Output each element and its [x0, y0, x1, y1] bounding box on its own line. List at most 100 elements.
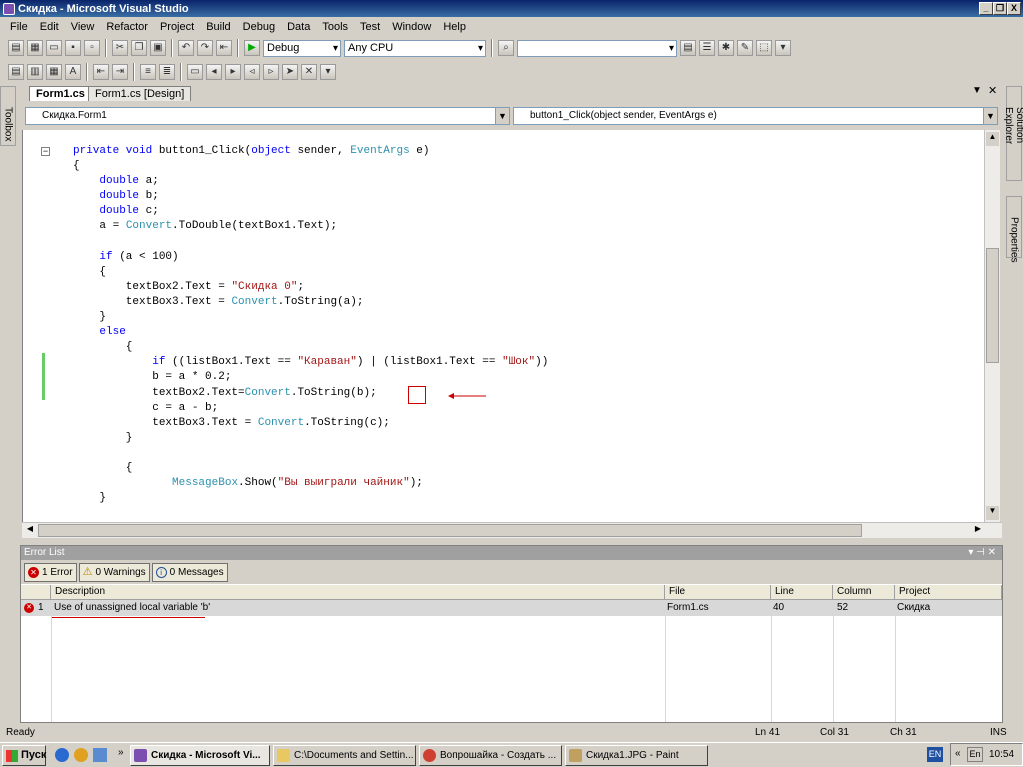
code-editor[interactable]: − private void button1_Click(object send…	[22, 130, 986, 522]
solution-configuration-select[interactable]: Debug	[263, 39, 341, 57]
properties-icon[interactable]: ☰	[699, 40, 715, 56]
paste-icon[interactable]: ▣	[150, 40, 166, 56]
find-icon[interactable]: ⌕	[498, 40, 514, 56]
desktop-quicklaunch-icon[interactable]	[93, 748, 107, 762]
menu-debug[interactable]: Debug	[237, 21, 281, 33]
code-line[interactable]: double c;	[73, 204, 548, 219]
code-line[interactable]: double b;	[73, 189, 548, 204]
horizontal-scroll-thumb[interactable]	[38, 524, 862, 537]
toolbar-options-icon[interactable]: ▾	[775, 40, 791, 56]
redo-icon[interactable]: ↷	[197, 40, 213, 56]
code-line[interactable]: double a;	[73, 174, 548, 189]
start-button[interactable]: Пуск	[2, 745, 46, 766]
toolbox-icon[interactable]: ✎	[737, 40, 753, 56]
tray-expand-icon[interactable]: «	[955, 748, 961, 759]
chevron-down-icon[interactable]: ▼	[983, 108, 997, 124]
code-line[interactable]: else	[73, 325, 548, 340]
menu-view[interactable]: View	[65, 21, 101, 33]
save-all-icon[interactable]: ▫	[84, 40, 100, 56]
warnings-filter-button[interactable]: ⚠ 0 Warnings	[78, 562, 150, 582]
start-page-icon[interactable]: ⬚	[756, 40, 772, 56]
column-header-description[interactable]: Description	[51, 585, 665, 600]
code-line[interactable]: textBox2.Text = "Скидка 0";	[73, 280, 548, 295]
chevron-down-icon[interactable]: ▼	[495, 108, 509, 124]
menu-help[interactable]: Help	[437, 21, 472, 33]
cut-icon[interactable]: ✂	[112, 40, 128, 56]
code-line[interactable]: c = a - b;	[73, 401, 548, 416]
code-line[interactable]: MessageBox.Show("Вы выиграли чайник");	[73, 476, 548, 491]
undo-icon[interactable]: ↶	[178, 40, 194, 56]
menu-edit[interactable]: Edit	[34, 21, 65, 33]
properties-side-tab[interactable]: Properties	[1006, 196, 1022, 263]
scroll-thumb[interactable]	[986, 248, 999, 363]
editor-vertical-scrollbar[interactable]: ▲ ▼	[984, 130, 1000, 522]
menu-file[interactable]: File	[4, 21, 34, 33]
taskbar-item-paint[interactable]: Скидка1.JPG - Paint	[565, 745, 708, 766]
restore-button[interactable]: ❐	[993, 2, 1007, 15]
next-bookmark-doc-icon[interactable]: ➤	[282, 64, 298, 80]
menu-window[interactable]: Window	[386, 21, 437, 33]
media-quicklaunch-icon[interactable]	[74, 748, 88, 762]
solution-explorer-side-tab[interactable]: Solution Explorer	[1003, 86, 1023, 181]
clear-bookmarks-icon[interactable]: ✕	[301, 64, 317, 80]
code-text[interactable]: private void button1_Click(object sender…	[73, 144, 548, 506]
code-line[interactable]: b = a * 0.2;	[73, 370, 548, 385]
scroll-right-icon[interactable]: ▶	[972, 524, 984, 537]
column-header-icon[interactable]	[21, 585, 51, 600]
complete-word-icon[interactable]: A	[65, 64, 81, 80]
collapse-icon[interactable]: −	[41, 147, 50, 156]
editor-horizontal-scrollbar[interactable]: ◀ ▶	[22, 522, 1002, 538]
object-browser-icon[interactable]: ✱	[718, 40, 734, 56]
menu-project[interactable]: Project	[154, 21, 200, 33]
navigate-icon[interactable]: ⇤	[216, 40, 232, 56]
taskbar-item-explorer[interactable]: C:\Documents and Settin...	[273, 745, 416, 766]
taskbar-item-browser[interactable]: Вопрошайка - Создать ...	[419, 745, 562, 766]
code-line[interactable]: {	[73, 159, 548, 174]
find-combo[interactable]	[517, 39, 677, 57]
code-line[interactable]	[73, 446, 548, 461]
increase-indent-icon[interactable]: ⇥	[112, 64, 128, 80]
column-header-file[interactable]: File	[665, 585, 771, 600]
previous-bookmark-icon[interactable]: ◂	[206, 64, 222, 80]
minimize-button[interactable]: _	[979, 2, 993, 15]
quicklaunch-expand-icon[interactable]: »	[118, 747, 124, 758]
code-line[interactable]: }	[73, 431, 548, 446]
copy-icon[interactable]: ❐	[131, 40, 147, 56]
menu-refactor[interactable]: Refactor	[100, 21, 154, 33]
column-header-project[interactable]: Project	[895, 585, 1002, 600]
tab-form1-design[interactable]: Form1.cs [Design]	[88, 86, 192, 101]
close-document-icon[interactable]: ✕	[988, 84, 997, 97]
active-files-dropdown-icon[interactable]: ▼	[972, 85, 982, 96]
code-line[interactable]: if (a < 100)	[73, 250, 548, 265]
code-line[interactable]: private void button1_Click(object sender…	[73, 144, 548, 159]
messages-filter-button[interactable]: i 0 Messages	[151, 562, 228, 582]
scroll-down-icon[interactable]: ▼	[986, 506, 999, 520]
code-line[interactable]: a = Convert.ToDouble(textBox1.Text);	[73, 219, 548, 234]
solution-explorer-icon[interactable]: ▤	[680, 40, 696, 56]
taskbar-item-visual-studio[interactable]: Скидка - Microsoft Vi...	[130, 745, 270, 766]
language-indicator[interactable]: EN	[927, 747, 943, 762]
start-debugging-icon[interactable]: ▶	[244, 40, 260, 56]
scroll-left-icon[interactable]: ◀	[24, 524, 36, 537]
column-header-line[interactable]: Line	[771, 585, 833, 600]
code-line[interactable]: {	[73, 265, 548, 280]
parameter-info-icon[interactable]: ▥	[27, 64, 43, 80]
close-button[interactable]: X	[1007, 2, 1021, 15]
add-item-icon[interactable]: ▦	[27, 40, 43, 56]
toolbar2-options-icon[interactable]: ▾	[320, 64, 336, 80]
toggle-bookmark-icon[interactable]: ▭	[187, 64, 203, 80]
code-line[interactable]: if ((listBox1.Text == "Караван") | (list…	[73, 355, 548, 370]
keyboard-layout-icon[interactable]: En	[967, 747, 983, 762]
errors-filter-button[interactable]: ✕ 1 Error	[24, 562, 77, 582]
tab-form1-cs[interactable]: Form1.cs	[29, 86, 92, 101]
code-line[interactable]: textBox3.Text = Convert.ToString(c);	[73, 416, 548, 431]
new-project-icon[interactable]: ▤	[8, 40, 24, 56]
decrease-indent-icon[interactable]: ⇤	[93, 64, 109, 80]
object-member-list-icon[interactable]: ▤	[8, 64, 24, 80]
next-bookmark-icon[interactable]: ▸	[225, 64, 241, 80]
scroll-up-icon[interactable]: ▲	[986, 132, 999, 146]
code-line[interactable]: {	[73, 340, 548, 355]
menu-test[interactable]: Test	[354, 21, 386, 33]
error-row[interactable]: ✕ 1 Use of unassigned local variable 'b'…	[21, 600, 1002, 616]
code-line[interactable]: }	[73, 310, 548, 325]
